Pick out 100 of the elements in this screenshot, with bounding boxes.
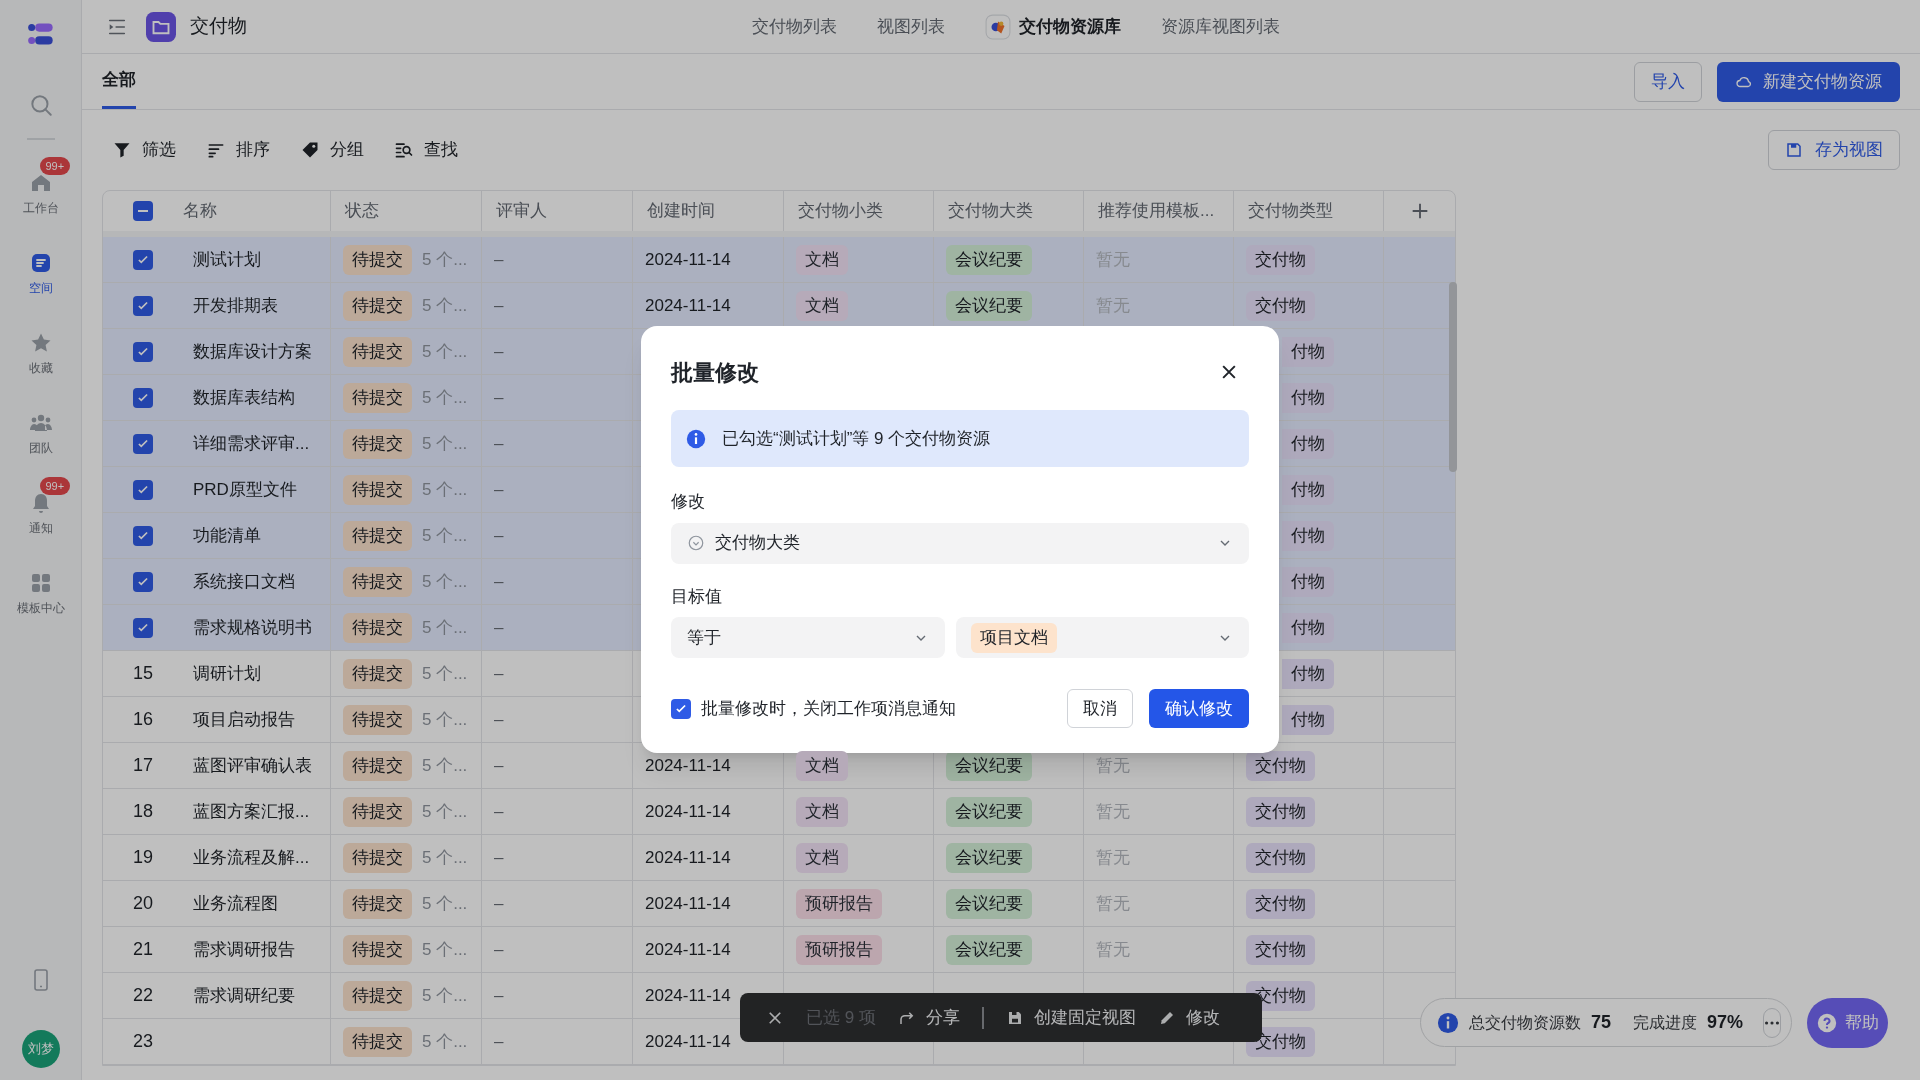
progress-text: 5 个... [422,570,468,593]
select-value: 等于 [687,626,722,649]
progress-text: 5 个... [422,432,468,455]
reviewer-cell-text: – [494,570,504,593]
name-cell-text: 数据库设计方案 [193,340,312,363]
progress-text: 5 个... [422,754,468,777]
category-tag: 会议纪要 [946,290,1032,321]
status-tag: 待提交 [343,658,412,689]
progress-text: 5 个... [422,616,468,639]
name-cell-text: PRD原型文件 [193,478,297,501]
type-tag: 交付物 [1246,842,1315,873]
name-cell-text: 项目启动报告 [193,708,295,731]
name-cell-text: 系统接口文档 [193,570,295,593]
reviewer-cell-text: – [494,294,504,317]
template-cell-text: 暂无 [1096,892,1130,915]
status-tag: 待提交 [343,520,412,551]
progress-text: 5 个... [422,984,468,1007]
field-label: 目标值 [671,585,722,608]
type-tag: 付物 [1282,658,1334,689]
name-cell-text: 蓝图评审确认表 [193,754,312,777]
reviewer-cell-text: – [494,248,504,271]
type-tag: 交付物 [1246,750,1315,781]
name-cell-text: 业务流程及解... [193,846,310,869]
name-cell-text: 数据库表结构 [193,386,295,409]
category-tag: 会议纪要 [946,888,1032,919]
type-tag: 交付物 [1246,888,1315,919]
date-cell-text: 2024-11-14 [645,248,731,271]
subcategory-tag: 文档 [796,244,848,275]
row-number: 20 [133,892,153,915]
reviewer-cell-text: – [494,938,504,961]
category-tag: 会议纪要 [946,842,1032,873]
progress-text: 5 个... [422,386,468,409]
progress-text: 5 个... [422,800,468,823]
status-tag: 待提交 [343,980,412,1011]
row-number: 15 [133,662,153,685]
reviewer-cell-text: – [494,340,504,363]
progress-text: 5 个... [422,524,468,547]
status-tag: 待提交 [343,888,412,919]
name-cell-text: 需求调研报告 [193,938,295,961]
reviewer-cell-text: – [494,524,504,547]
type-tag: 交付物 [1246,934,1315,965]
type-tag: 付物 [1282,428,1334,459]
category-tag: 会议纪要 [946,244,1032,275]
date-cell-text: 2024-11-14 [645,754,731,777]
row-number: 17 [133,754,153,777]
subcategory-tag: 文档 [796,750,848,781]
progress-text: 5 个... [422,248,468,271]
row-number: 18 [133,800,153,823]
reviewer-cell-text: – [494,754,504,777]
stat-label: 完成进度 [1633,1012,1698,1033]
category-tag: 会议纪要 [946,796,1032,827]
status-tag: 待提交 [343,842,412,873]
progress-text: 5 个... [422,846,468,869]
type-tag: 付物 [1282,382,1334,413]
progress-text: 5 个... [422,662,468,685]
status-tag: 待提交 [343,704,412,735]
template-cell-text: 暂无 [1096,938,1130,961]
progress-text: 5 个... [422,938,468,961]
date-cell-text: 2024-11-14 [645,846,731,869]
reviewer-cell-text: – [494,708,504,731]
dialog-title: 批量修改 [671,358,759,387]
status-tag: 待提交 [343,612,412,643]
type-tag: 付物 [1282,336,1334,367]
reviewer-cell-text: – [494,616,504,639]
row-number: 23 [133,1030,153,1053]
row-number: 16 [133,708,153,731]
progress-text: 5 个... [422,294,468,317]
date-cell-text: 2024-11-14 [645,294,731,317]
type-tag: 交付物 [1246,290,1315,321]
reviewer-cell-text: – [494,892,504,915]
reviewer-cell-text: – [494,432,504,455]
progress-text: 5 个... [422,1030,468,1053]
status-tag: 待提交 [343,566,412,597]
reviewer-cell-text: – [494,478,504,501]
name-cell-text: 开发排期表 [193,294,278,317]
status-tag: 待提交 [343,428,412,459]
reviewer-cell-text: – [494,846,504,869]
stat-value: 75 [1591,1011,1612,1034]
status-tag: 待提交 [343,382,412,413]
page-title: 交付物 [190,14,247,39]
select-value: 交付物大类 [715,532,801,555]
stat-label: 总交付物资源数 [1469,1012,1581,1033]
reviewer-cell-text: – [494,386,504,409]
template-cell-text: 暂无 [1096,846,1130,869]
name-cell-text: 蓝图方案汇报... [193,800,310,823]
date-cell-text: 2024-11-14 [645,938,731,961]
checkbox-label: 批量修改时，关闭工作项消息通知 [701,697,956,720]
template-cell-text: 暂无 [1096,800,1130,823]
type-tag: 付物 [1282,612,1334,643]
type-tag: 交付物 [1246,244,1315,275]
field-label: 修改 [671,491,705,513]
date-cell-text: 2024-11-14 [645,1030,731,1053]
subcategory-tag: 文档 [796,796,848,827]
subcategory-tag: 文档 [796,290,848,321]
type-tag: 交付物 [1246,796,1315,827]
value-tag: 项目文档 [971,622,1057,653]
date-cell-text: 2024-11-14 [645,800,731,823]
name-cell-text: 详细需求评审... [193,432,310,455]
notification-badge: 99+ [39,477,71,495]
reviewer-cell-text: – [494,800,504,823]
